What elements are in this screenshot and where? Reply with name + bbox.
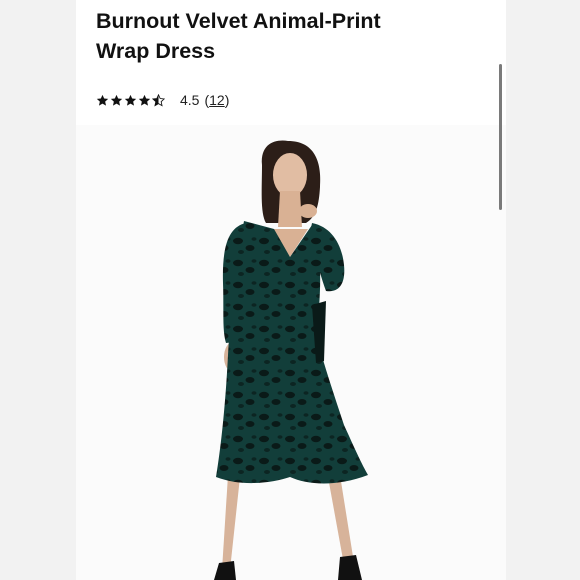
right-margin [506, 0, 580, 580]
review-count: (12) [204, 92, 229, 108]
rating-value: 4.5 [180, 92, 200, 108]
half-star-icon [152, 93, 165, 107]
star-icon [124, 94, 137, 106]
product-title: Burnout Velvet Animal-Print Wrap Dress [96, 6, 476, 66]
scrollbar-thumb[interactable] [499, 64, 502, 210]
review-count-close-paren: ) [224, 92, 230, 108]
product-image[interactable] [76, 125, 506, 580]
star-icon [110, 94, 123, 106]
dress-illustration [214, 140, 368, 580]
rating-row: 4.5 (12) [96, 90, 229, 110]
product-title-line-2: Wrap Dress [96, 39, 216, 63]
star-icon [96, 94, 109, 106]
review-count-link[interactable]: 12 [209, 92, 225, 108]
product-page: Burnout Velvet Animal-Print Wrap Dress 4… [76, 0, 506, 580]
star-icon [138, 94, 151, 106]
rating-stars [96, 93, 166, 107]
left-margin [0, 0, 76, 580]
scrollbar[interactable] [498, 60, 504, 212]
product-title-line-1: Burnout Velvet Animal-Print [96, 9, 381, 33]
